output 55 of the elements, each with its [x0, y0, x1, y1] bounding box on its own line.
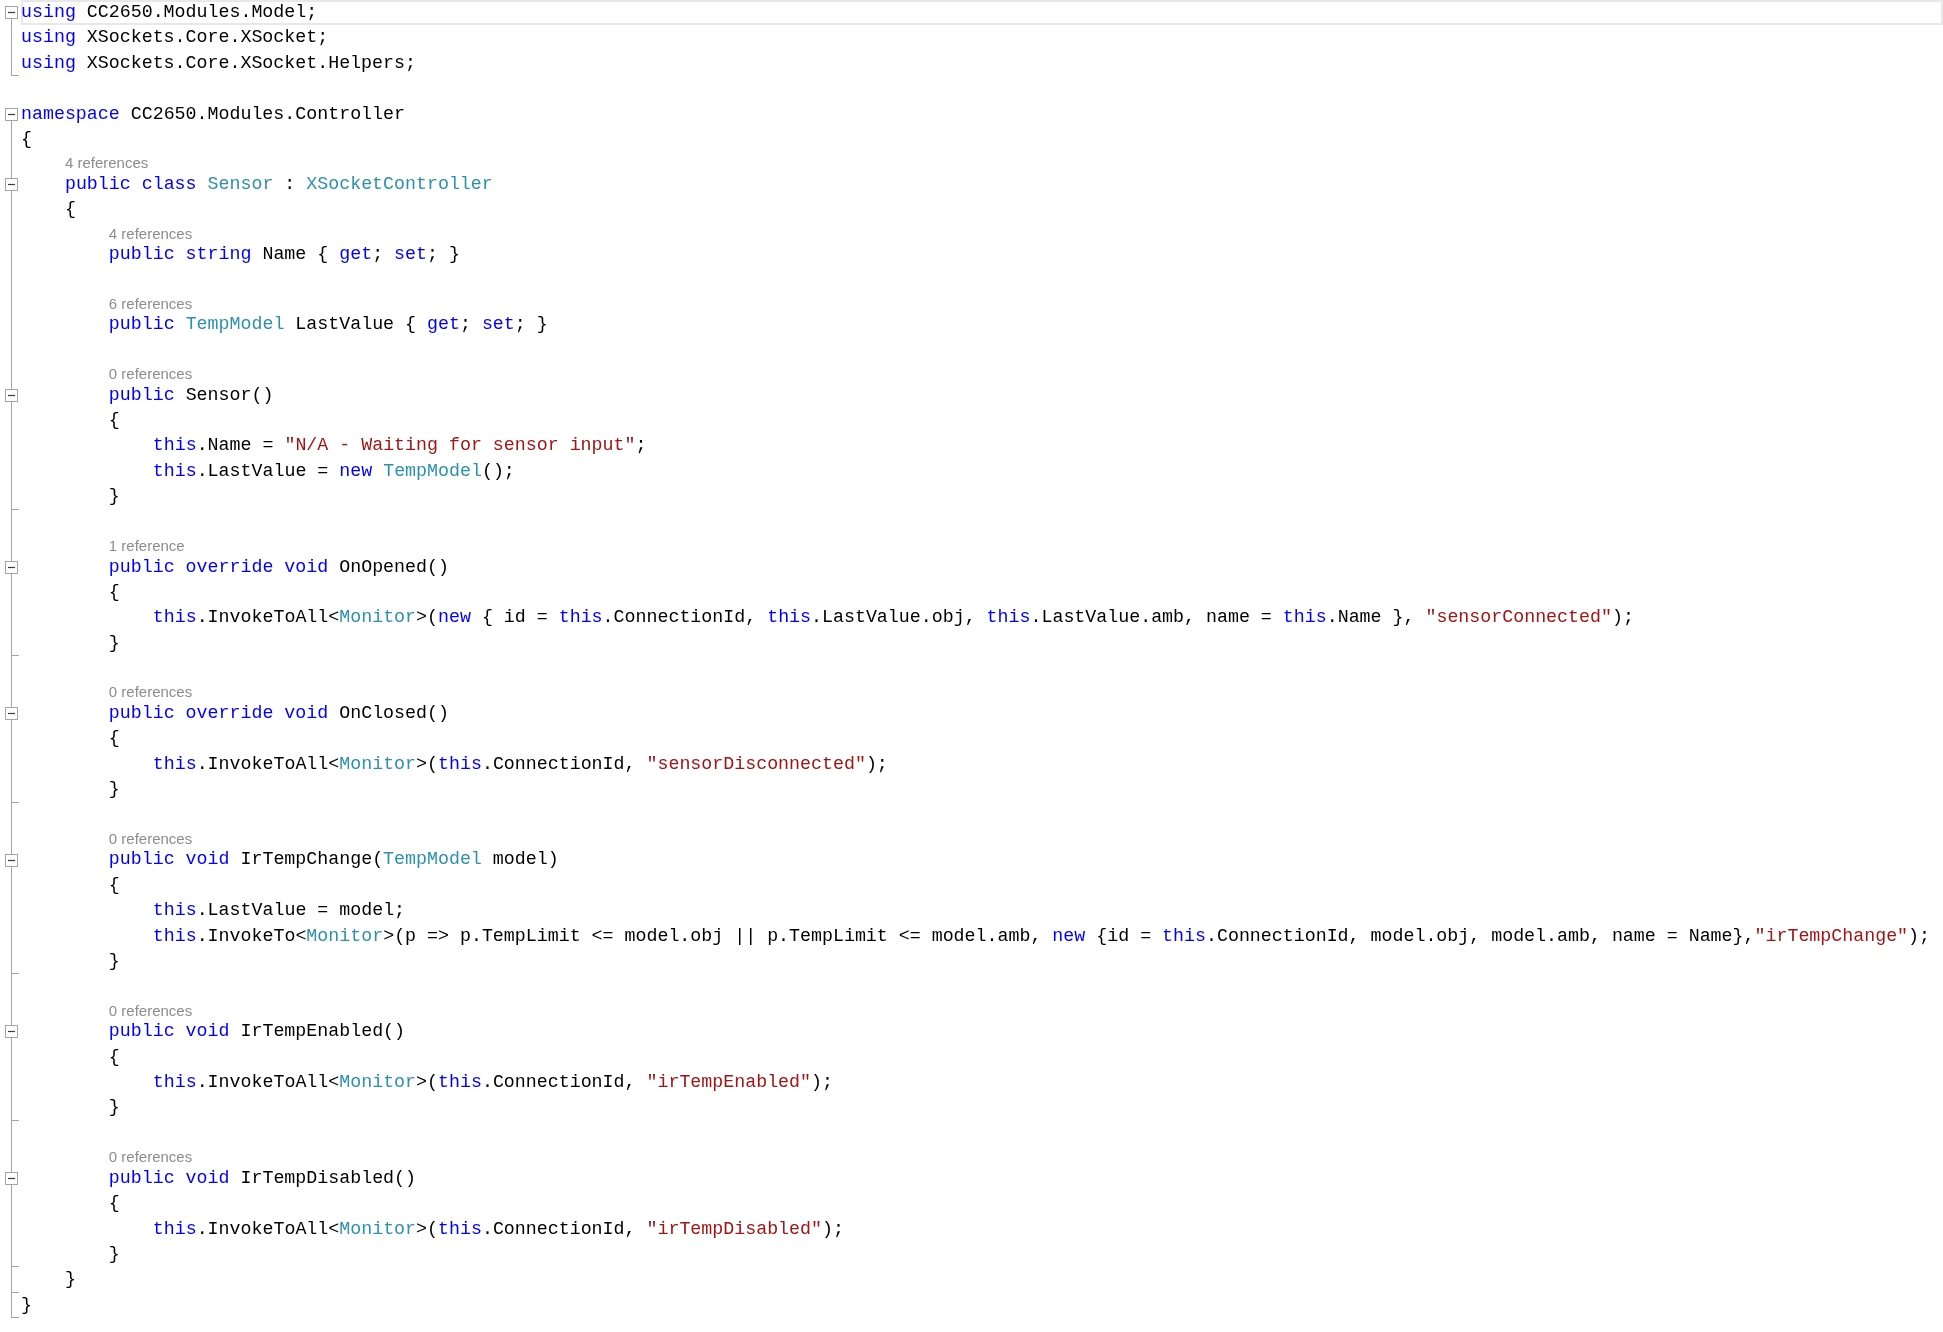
- code-line: {: [108, 728, 120, 749]
- code-line: }: [64, 1269, 76, 1290]
- code-line: }: [108, 951, 120, 971]
- reference-count-link[interactable]: 0 references: [108, 829, 193, 847]
- reference-count-link[interactable]: 0 references: [108, 365, 193, 383]
- code-line: using CC2650.Modules.Model;: [21, 2, 318, 22]
- code-line: {: [108, 410, 120, 431]
- collapse-icon[interactable]: [5, 707, 18, 721]
- code-line: public override void OnOpened(): [108, 556, 449, 577]
- code-line: this.InvokeToAll<Monitor>(this.ConnectionId, "sensorDisconnected");: [152, 753, 888, 774]
- reference-count-link[interactable]: 0 references: [108, 1001, 193, 1019]
- code-line: public Sensor(): [108, 384, 274, 405]
- code-line: public void IrTempEnabled(): [108, 1021, 406, 1042]
- code-line: {: [108, 1193, 120, 1214]
- code-line: }: [108, 1097, 120, 1118]
- collapse-icon[interactable]: [5, 1025, 18, 1039]
- code-line: }: [108, 1243, 120, 1264]
- code-line: this.InvokeToAll<Monitor>(new { id = this.ConnectionId, this.LastValue.obj, this.LastValue.amb, name = this.Name }, "sensorConnected");: [152, 607, 1634, 628]
- code-line: this.InvokeTo<Monitor>(p => p.TempLimit <= model.obj || p.TempLimit <= model.amb, new {id = this.ConnectionId, model.obj, model.amb, name = Name},"irTempChange");: [152, 925, 1931, 946]
- code-line: public class Sensor : XSocketController: [64, 173, 493, 194]
- code-line: public TempModel LastValue { get; set; }: [108, 314, 548, 335]
- collapse-icon[interactable]: [5, 6, 18, 20]
- collapse-icon[interactable]: [5, 107, 18, 121]
- collapse-icon[interactable]: [5, 388, 18, 402]
- code-line: this.InvokeToAll<Monitor>(this.ConnectionId, "irTempDisabled");: [152, 1218, 844, 1239]
- reference-count-link[interactable]: 0 references: [108, 1148, 193, 1166]
- code-line: using XSockets.Core.XSocket.Helpers;: [21, 52, 416, 73]
- collapse-icon[interactable]: [5, 1171, 18, 1185]
- reference-count-link[interactable]: 1 reference: [108, 537, 185, 555]
- reference-count-link[interactable]: 4 references: [64, 154, 149, 172]
- code-line: public void IrTempDisabled(): [108, 1167, 416, 1188]
- code-line: public void IrTempChange(TempModel model): [108, 849, 559, 870]
- code-line: }: [21, 1294, 32, 1315]
- code-line: public string Name { get; set; }: [108, 244, 460, 265]
- reference-count-link[interactable]: 0 references: [108, 683, 193, 701]
- reference-count-link[interactable]: 4 references: [108, 224, 193, 242]
- code-line: using XSockets.Core.XSocket;: [21, 27, 329, 48]
- code-line: public override void OnClosed(): [108, 703, 449, 723]
- collapse-icon[interactable]: [5, 853, 18, 867]
- code-line: }: [108, 779, 120, 800]
- code-line: {: [108, 874, 120, 895]
- collapse-icon[interactable]: [5, 560, 18, 574]
- code-line: {: [108, 1046, 120, 1067]
- collapse-icon[interactable]: [5, 178, 18, 192]
- code-line: this.LastValue = model;: [152, 900, 406, 921]
- code-line: this.LastValue = new TempModel();: [152, 460, 515, 481]
- code-line: {: [64, 199, 76, 220]
- code-line: namespace CC2650.Modules.Controller: [21, 103, 405, 124]
- code-line: {: [21, 128, 32, 149]
- reference-count-link[interactable]: 6 references: [108, 294, 193, 312]
- code-line: }: [108, 632, 120, 653]
- code-line: this.Name = "N/A - Waiting for sensor input";: [152, 435, 647, 456]
- code-line: {: [108, 581, 120, 602]
- code-line: this.InvokeToAll<Monitor>(this.ConnectionId, "irTempEnabled");: [152, 1072, 833, 1093]
- code-line: }: [108, 486, 120, 507]
